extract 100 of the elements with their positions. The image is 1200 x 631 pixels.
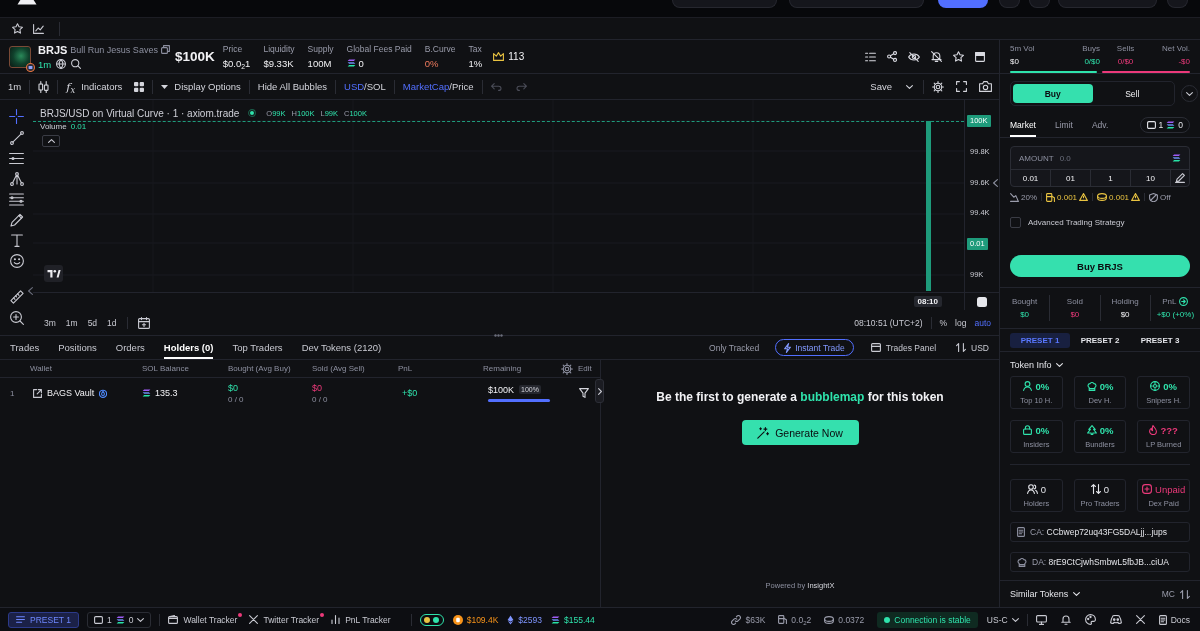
- preset-button[interactable]: PRESET 1: [8, 611, 79, 628]
- hide-bubbles-button[interactable]: Hide All Bubbles: [257, 76, 328, 97]
- globe-icon[interactable]: [56, 59, 67, 69]
- range-button[interactable]: 3m: [44, 317, 56, 328]
- levels-icon[interactable]: [9, 193, 24, 206]
- side-tab[interactable]: Sell: [1092, 84, 1172, 103]
- save-button[interactable]: Save: [870, 76, 913, 97]
- primary-button[interactable]: [938, 0, 988, 8]
- square-icon[interactable]: [977, 296, 987, 307]
- stripes-icon[interactable]: [1172, 154, 1181, 162]
- wallet-selector[interactable]: 1 0: [86, 611, 152, 628]
- tracker-button[interactable]: Twitter Tracker: [249, 614, 320, 625]
- grid-icon[interactable]: [134, 81, 145, 92]
- quick-amount-button[interactable]: 01: [1051, 170, 1091, 186]
- address-text[interactable]: CA: CCbwep72uq43FG5DALjj...jups: [1030, 527, 1167, 537]
- bell-icon[interactable]: [1060, 614, 1071, 625]
- panel-tab[interactable]: Top Traders: [232, 336, 283, 359]
- chart-logo-icon[interactable]: [44, 265, 63, 282]
- smiley-icon[interactable]: [9, 254, 24, 268]
- bell-off-icon[interactable]: [931, 51, 942, 62]
- scale-button[interactable]: %: [939, 317, 948, 328]
- collapse-handle[interactable]: [595, 379, 604, 403]
- quick-amount-button[interactable]: 0.01: [1011, 170, 1051, 186]
- setting-value[interactable]: Off: [1160, 192, 1171, 202]
- trend-line-icon[interactable]: [9, 131, 24, 145]
- amount-input[interactable]: 0.0: [1059, 153, 1166, 163]
- panel-tab[interactable]: Orders: [115, 336, 145, 359]
- address-text[interactable]: DA: 8rE9CtCjwhSmbwL5fbJB...ciUA: [1032, 557, 1169, 567]
- gamepad-icon[interactable]: [1109, 615, 1122, 624]
- docs-link[interactable]: Docs: [1158, 614, 1190, 625]
- setting-value[interactable]: 0.001: [1057, 192, 1078, 202]
- interval-button[interactable]: 1m: [8, 76, 22, 97]
- scale-button[interactable]: auto: [974, 317, 991, 328]
- settings-icon[interactable]: [932, 80, 944, 93]
- indicators-button[interactable]: f$_{x}$ Indicators: [66, 76, 123, 97]
- quick-amount-button[interactable]: 10: [1131, 170, 1171, 186]
- region-selector[interactable]: US-C: [986, 614, 1019, 625]
- currency-button[interactable]: USD: [956, 342, 989, 353]
- checkbox[interactable]: [1010, 217, 1021, 228]
- pitchfork-icon[interactable]: [9, 172, 24, 186]
- calendar-icon[interactable]: [137, 316, 150, 329]
- list-icon[interactable]: [865, 51, 876, 62]
- star-icon[interactable]: [953, 51, 964, 62]
- fullscreen-icon[interactable]: [956, 81, 967, 92]
- edit-button[interactable]: Edit: [561, 362, 600, 375]
- drag-handle-icon[interactable]: [494, 334, 503, 337]
- section-toggle[interactable]: Similar Tokens: [1010, 589, 1081, 599]
- tracker-button[interactable]: PnL Tracker: [331, 614, 391, 625]
- panel-tab[interactable]: Trades: [10, 336, 40, 359]
- brush-icon[interactable]: [9, 213, 24, 227]
- panel-tab[interactable]: Positions: [58, 336, 97, 359]
- tracker-button[interactable]: Wallet Tracker: [168, 614, 238, 625]
- palette-icon[interactable]: [1084, 614, 1096, 625]
- eye-off-icon[interactable]: [908, 51, 920, 62]
- order-type-tab[interactable]: Adv.: [1091, 113, 1109, 137]
- search-icon[interactable]: [71, 59, 82, 69]
- crosshair-icon[interactable]: [9, 109, 24, 124]
- trades-panel-button[interactable]: Trades Panel: [870, 342, 937, 353]
- range-button[interactable]: 1d: [107, 317, 117, 328]
- generate-button[interactable]: Generate Now: [741, 420, 859, 445]
- unit-toggle[interactable]: USD/SOL: [344, 76, 386, 97]
- search-field[interactable]: [789, 0, 924, 8]
- order-type-tab[interactable]: Market: [1010, 113, 1036, 137]
- window-icon[interactable]: [975, 51, 985, 62]
- share-icon[interactable]: [887, 51, 897, 62]
- horizontal-lines-icon[interactable]: [9, 152, 24, 165]
- preset-tab[interactable]: PRESET 1: [1010, 332, 1070, 348]
- scale-button[interactable]: log: [955, 317, 967, 328]
- side-tab[interactable]: Buy: [1013, 84, 1093, 103]
- section-toggle[interactable]: Token Info: [1010, 356, 1063, 373]
- cross-icon[interactable]: [1135, 615, 1145, 624]
- chart-icon[interactable]: [33, 23, 44, 34]
- unit-toggle[interactable]: MarketCap/Price: [402, 76, 474, 97]
- external-link-icon[interactable]: [33, 388, 42, 398]
- collapse-button[interactable]: [42, 135, 60, 147]
- camera-icon[interactable]: [979, 81, 992, 92]
- text-tool-icon[interactable]: [10, 234, 23, 247]
- buy-button[interactable]: Buy BRJS: [1010, 255, 1190, 277]
- quick-amount-button[interactable]: 1: [1091, 170, 1131, 186]
- preset-tab[interactable]: PRESET 2: [1070, 332, 1130, 348]
- preset-tab[interactable]: PRESET 3: [1130, 332, 1190, 348]
- panel-tab[interactable]: Dev Tokens (2120): [301, 336, 382, 359]
- star-icon[interactable]: [12, 23, 23, 34]
- arrow-circle-icon[interactable]: [1179, 297, 1189, 306]
- monitor-icon[interactable]: [1035, 614, 1047, 625]
- wallet-name[interactable]: BAGS Vault: [47, 388, 95, 398]
- range-button[interactable]: 1m: [65, 317, 78, 328]
- range-button[interactable]: 5d: [87, 317, 98, 328]
- zoom-in-icon[interactable]: [9, 311, 24, 325]
- only-tracked-toggle[interactable]: Only Tracked: [709, 342, 760, 353]
- order-type-tab[interactable]: Limit: [1055, 113, 1073, 137]
- sort-button[interactable]: MC: [1161, 589, 1190, 599]
- copy-icon[interactable]: [160, 45, 170, 54]
- display-options-button[interactable]: Display Options: [161, 76, 241, 97]
- ruler-icon[interactable]: [9, 290, 24, 304]
- setting-value[interactable]: 20%: [1021, 192, 1037, 202]
- filter-icon[interactable]: [579, 388, 589, 398]
- panel-tab[interactable]: Holders (0): [163, 336, 214, 359]
- candlestick-icon[interactable]: [38, 80, 50, 93]
- chevron-left-icon[interactable]: [993, 179, 998, 187]
